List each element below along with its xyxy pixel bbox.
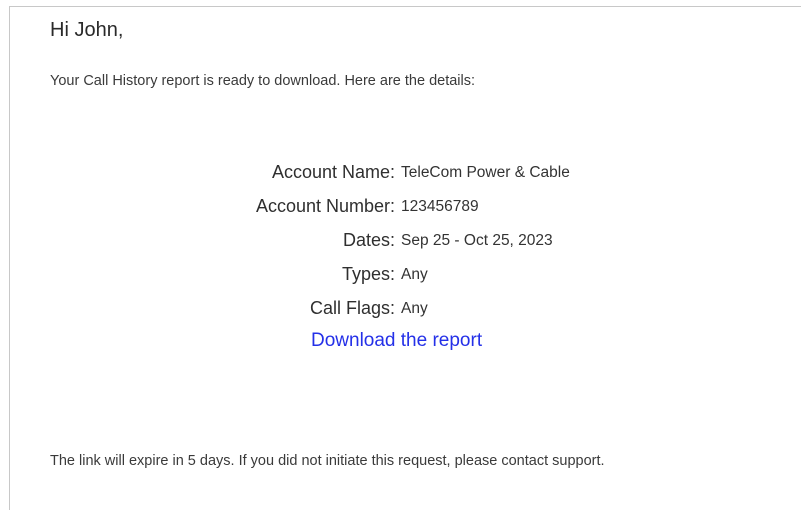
greeting: Hi John, [50,19,124,41]
download-report-link[interactable]: Download the report [311,330,482,352]
detail-label: Call Flags: [309,298,395,318]
expiry-note: The link will expire in 5 days. If you d… [50,453,605,469]
detail-row-account-name: Account Name: TeleCom Power & Cable [10,160,801,194]
detail-row-types: Types: Any [10,262,801,296]
detail-value: Any [401,300,428,317]
detail-label: Account Number: [255,196,395,216]
intro-text: Your Call History report is ready to dow… [50,73,476,89]
detail-value: Any [401,266,428,283]
report-details: Account Name: TeleCom Power & Cable Acco… [10,160,801,330]
detail-value: Sep 25 - Oct 25, 2023 [401,232,553,249]
email-body: Hi John, Your Call History report is rea… [9,6,801,510]
detail-value: TeleCom Power & Cable [401,164,570,181]
detail-row-dates: Dates: Sep 25 - Oct 25, 2023 [10,228,801,262]
detail-label: Dates: [342,230,395,250]
detail-value: 123456789 [401,198,479,215]
detail-label: Account Name: [271,162,395,182]
detail-row-account-number: Account Number: 123456789 [10,194,801,228]
detail-label: Types: [341,264,395,284]
detail-row-call-flags: Call Flags: Any [10,296,801,330]
